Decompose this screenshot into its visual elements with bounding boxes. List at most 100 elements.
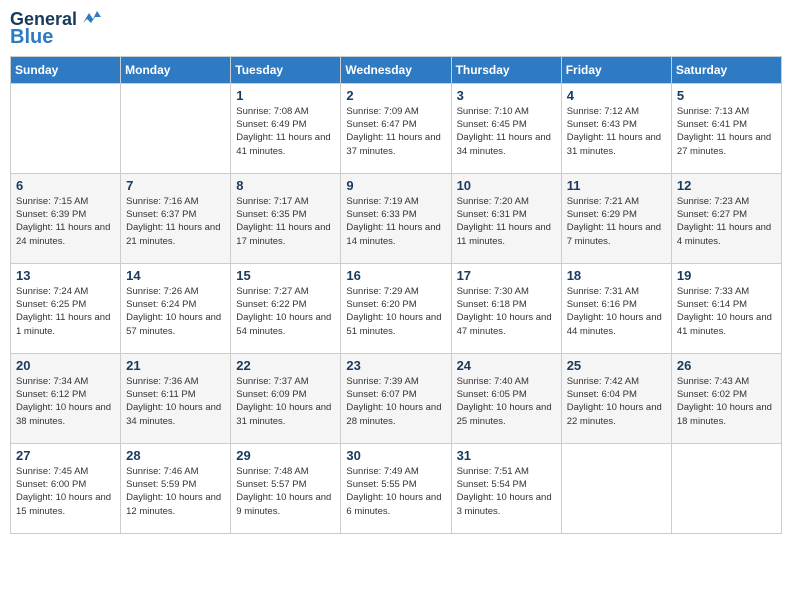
day-number: 21: [126, 358, 225, 373]
day-header-saturday: Saturday: [671, 56, 781, 83]
day-info: Sunrise: 7:45 AMSunset: 6:00 PMDaylight:…: [16, 465, 115, 518]
day-number: 19: [677, 268, 776, 283]
calendar-cell: 14 Sunrise: 7:26 AMSunset: 6:24 PMDayligh…: [121, 263, 231, 353]
day-header-tuesday: Tuesday: [231, 56, 341, 83]
calendar-week-row: 20 Sunrise: 7:34 AMSunset: 6:12 PMDayligh…: [11, 353, 782, 443]
calendar-cell: [671, 443, 781, 533]
day-number: 17: [457, 268, 556, 283]
calendar-cell: 27 Sunrise: 7:45 AMSunset: 6:00 PMDayligh…: [11, 443, 121, 533]
day-info: Sunrise: 7:39 AMSunset: 6:07 PMDaylight:…: [346, 375, 445, 428]
day-info: Sunrise: 7:23 AMSunset: 6:27 PMDaylight:…: [677, 195, 776, 248]
calendar-cell: 10Sunrise: 7:20 AMSunset: 6:31 PMDayligh…: [451, 173, 561, 263]
day-info: Sunrise: 7:27 AMSunset: 6:22 PMDaylight:…: [236, 285, 335, 338]
calendar-cell: 12 Sunrise: 7:23 AMSunset: 6:27 PMDayligh…: [671, 173, 781, 263]
calendar-cell: 28 Sunrise: 7:46 AMSunset: 5:59 PMDayligh…: [121, 443, 231, 533]
calendar-cell: 23 Sunrise: 7:39 AMSunset: 6:07 PMDayligh…: [341, 353, 451, 443]
calendar-week-row: 13 Sunrise: 7:24 AMSunset: 6:25 PMDayligh…: [11, 263, 782, 353]
day-info: Sunrise: 7:48 AMSunset: 5:57 PMDaylight:…: [236, 465, 335, 518]
calendar-cell: 15 Sunrise: 7:27 AMSunset: 6:22 PMDayligh…: [231, 263, 341, 353]
day-number: 25: [567, 358, 666, 373]
day-number: 26: [677, 358, 776, 373]
day-number: 18: [567, 268, 666, 283]
calendar-cell: [11, 83, 121, 173]
day-number: 22: [236, 358, 335, 373]
day-info: Sunrise: 7:26 AMSunset: 6:24 PMDaylight:…: [126, 285, 225, 338]
day-number: 23: [346, 358, 445, 373]
day-info: Sunrise: 7:43 AMSunset: 6:02 PMDaylight:…: [677, 375, 776, 428]
day-header-monday: Monday: [121, 56, 231, 83]
calendar-cell: 7Sunrise: 7:16 AMSunset: 6:37 PMDaylight…: [121, 173, 231, 263]
logo: General Blue: [10, 10, 101, 48]
day-info: Sunrise: 7:33 AMSunset: 6:14 PMDaylight:…: [677, 285, 776, 338]
day-number: 5: [677, 88, 776, 103]
calendar-cell: 4Sunrise: 7:12 AMSunset: 6:43 PMDaylight…: [561, 83, 671, 173]
calendar-cell: 11 Sunrise: 7:21 AMSunset: 6:29 PMDayligh…: [561, 173, 671, 263]
day-number: 1: [236, 88, 335, 103]
day-header-friday: Friday: [561, 56, 671, 83]
day-info: Sunrise: 7:20 AMSunset: 6:31 PMDaylight:…: [457, 195, 556, 248]
day-info: Sunrise: 7:19 AMSunset: 6:33 PMDaylight:…: [346, 195, 445, 248]
day-number: 16: [346, 268, 445, 283]
day-number: 13: [16, 268, 115, 283]
day-info: Sunrise: 7:40 AMSunset: 6:05 PMDaylight:…: [457, 375, 556, 428]
calendar-header-row: SundayMondayTuesdayWednesdayThursdayFrid…: [11, 56, 782, 83]
calendar-week-row: 1 Sunrise: 7:08 AMSunset: 6:49 PMDaylight…: [11, 83, 782, 173]
day-info: Sunrise: 7:36 AMSunset: 6:11 PMDaylight:…: [126, 375, 225, 428]
day-number: 11: [567, 178, 666, 193]
day-info: Sunrise: 7:30 AMSunset: 6:18 PMDaylight:…: [457, 285, 556, 338]
day-info: Sunrise: 7:31 AMSunset: 6:16 PMDaylight:…: [567, 285, 666, 338]
calendar-cell: 21 Sunrise: 7:36 AMSunset: 6:11 PMDayligh…: [121, 353, 231, 443]
day-info: Sunrise: 7:08 AMSunset: 6:49 PMDaylight:…: [236, 105, 335, 158]
logo-bird-icon: [79, 9, 101, 27]
calendar-cell: 20 Sunrise: 7:34 AMSunset: 6:12 PMDayligh…: [11, 353, 121, 443]
day-number: 14: [126, 268, 225, 283]
day-info: Sunrise: 7:21 AMSunset: 6:29 PMDaylight:…: [567, 195, 666, 248]
calendar-week-row: 6Sunrise: 7:15 AMSunset: 6:39 PMDaylight…: [11, 173, 782, 263]
calendar-cell: 9 Sunrise: 7:19 AMSunset: 6:33 PMDaylight…: [341, 173, 451, 263]
day-number: 30: [346, 448, 445, 463]
calendar-cell: 22Sunrise: 7:37 AMSunset: 6:09 PMDayligh…: [231, 353, 341, 443]
day-number: 27: [16, 448, 115, 463]
day-number: 15: [236, 268, 335, 283]
calendar-cell: 6Sunrise: 7:15 AMSunset: 6:39 PMDaylight…: [11, 173, 121, 263]
day-info: Sunrise: 7:09 AMSunset: 6:47 PMDaylight:…: [346, 105, 445, 158]
day-number: 9: [346, 178, 445, 193]
calendar-week-row: 27 Sunrise: 7:45 AMSunset: 6:00 PMDayligh…: [11, 443, 782, 533]
calendar-cell: 24 Sunrise: 7:40 AMSunset: 6:05 PMDayligh…: [451, 353, 561, 443]
day-number: 31: [457, 448, 556, 463]
day-header-thursday: Thursday: [451, 56, 561, 83]
day-info: Sunrise: 7:34 AMSunset: 6:12 PMDaylight:…: [16, 375, 115, 428]
day-number: 2: [346, 88, 445, 103]
calendar-cell: 13 Sunrise: 7:24 AMSunset: 6:25 PMDayligh…: [11, 263, 121, 353]
day-number: 3: [457, 88, 556, 103]
calendar-cell: 3 Sunrise: 7:10 AMSunset: 6:45 PMDaylight…: [451, 83, 561, 173]
day-number: 7: [126, 178, 225, 193]
calendar-cell: 25 Sunrise: 7:42 AMSunset: 6:04 PMDayligh…: [561, 353, 671, 443]
calendar-cell: 30 Sunrise: 7:49 AMSunset: 5:55 PMDayligh…: [341, 443, 451, 533]
day-info: Sunrise: 7:42 AMSunset: 6:04 PMDaylight:…: [567, 375, 666, 428]
day-number: 20: [16, 358, 115, 373]
calendar-cell: 26 Sunrise: 7:43 AMSunset: 6:02 PMDayligh…: [671, 353, 781, 443]
day-number: 8: [236, 178, 335, 193]
calendar-cell: 8 Sunrise: 7:17 AMSunset: 6:35 PMDaylight…: [231, 173, 341, 263]
day-info: Sunrise: 7:49 AMSunset: 5:55 PMDaylight:…: [346, 465, 445, 518]
calendar-cell: 29Sunrise: 7:48 AMSunset: 5:57 PMDayligh…: [231, 443, 341, 533]
day-info: Sunrise: 7:17 AMSunset: 6:35 PMDaylight:…: [236, 195, 335, 248]
day-info: Sunrise: 7:13 AMSunset: 6:41 PMDaylight:…: [677, 105, 776, 158]
calendar-cell: 31 Sunrise: 7:51 AMSunset: 5:54 PMDayligh…: [451, 443, 561, 533]
day-info: Sunrise: 7:10 AMSunset: 6:45 PMDaylight:…: [457, 105, 556, 158]
logo-text-blue: Blue: [10, 26, 53, 48]
day-info: Sunrise: 7:51 AMSunset: 5:54 PMDaylight:…: [457, 465, 556, 518]
page-header: General Blue: [10, 10, 782, 48]
calendar-cell: 1 Sunrise: 7:08 AMSunset: 6:49 PMDaylight…: [231, 83, 341, 173]
day-header-sunday: Sunday: [11, 56, 121, 83]
day-number: 28: [126, 448, 225, 463]
calendar-cell: 5 Sunrise: 7:13 AMSunset: 6:41 PMDaylight…: [671, 83, 781, 173]
day-info: Sunrise: 7:46 AMSunset: 5:59 PMDaylight:…: [126, 465, 225, 518]
calendar-cell: 19 Sunrise: 7:33 AMSunset: 6:14 PMDayligh…: [671, 263, 781, 353]
day-number: 12: [677, 178, 776, 193]
day-info: Sunrise: 7:29 AMSunset: 6:20 PMDaylight:…: [346, 285, 445, 338]
calendar-cell: 18 Sunrise: 7:31 AMSunset: 6:16 PMDayligh…: [561, 263, 671, 353]
day-number: 24: [457, 358, 556, 373]
day-info: Sunrise: 7:24 AMSunset: 6:25 PMDaylight:…: [16, 285, 115, 338]
